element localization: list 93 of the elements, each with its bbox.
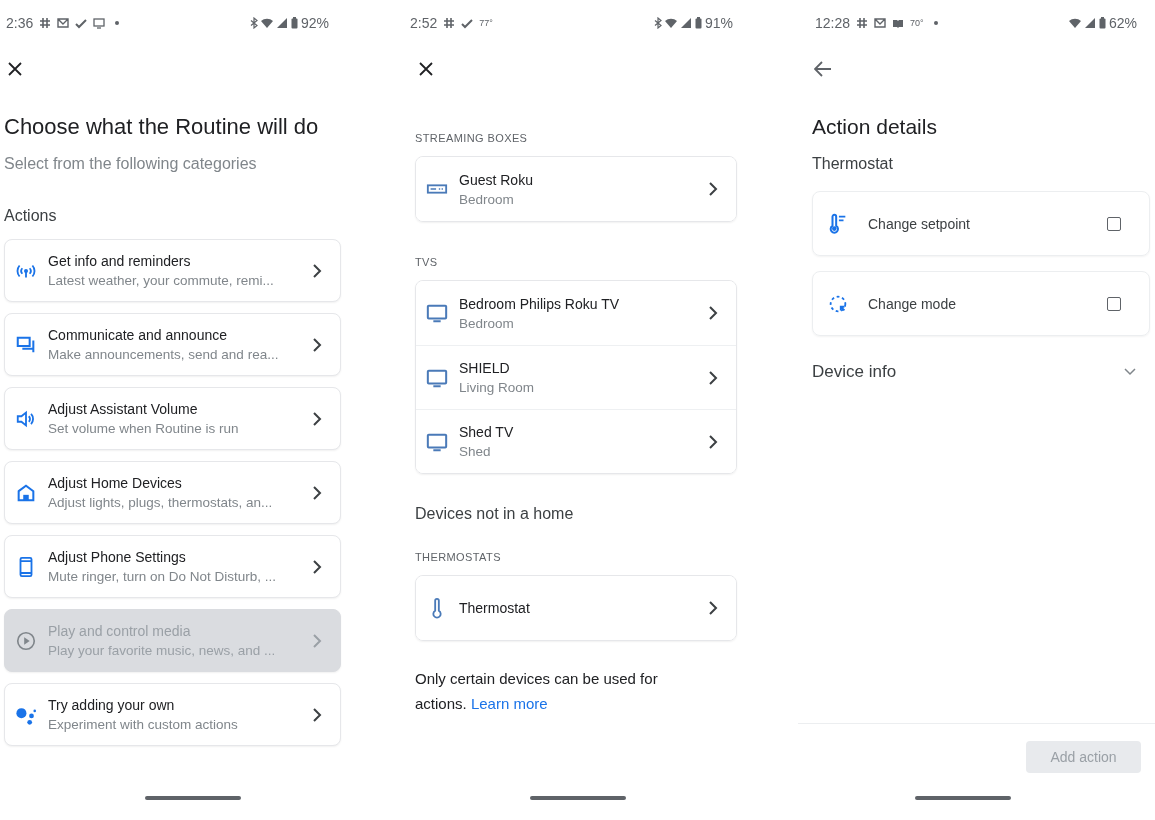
battery-icon [1098, 17, 1106, 29]
category-description: Latest weather, your commute, remi... [48, 273, 275, 288]
play-icon [15, 629, 37, 652]
mail-icon [874, 17, 887, 29]
device-room: Living Room [459, 380, 536, 395]
device-name: Shed TV [459, 424, 515, 440]
category-title: Play and control media [48, 623, 192, 639]
battery-percent: 92% [300, 15, 329, 31]
chevron-right-icon [312, 263, 322, 278]
category-card[interactable]: Adjust Home Devices Adjust lights, plugs, thermostats, an... [4, 461, 341, 524]
chevron-right-icon [312, 633, 322, 648]
wifi-icon [664, 17, 677, 29]
device-room: Bedroom [459, 315, 515, 331]
signal-icon [275, 17, 288, 29]
group-heading: TVS [415, 255, 439, 269]
wifi-icon [1068, 17, 1081, 29]
signal-icon [679, 17, 692, 29]
device-name: Guest Roku [459, 171, 534, 188]
category-card[interactable]: Adjust Assistant Volume Set volume when Routine is run [4, 387, 341, 450]
category-title: Adjust Home Devices [48, 475, 183, 491]
device-row[interactable]: Bedroom Philips Roku TV Bedroom [416, 281, 736, 345]
chevron-right-icon [708, 601, 718, 615]
checkbox[interactable] [1107, 296, 1121, 311]
battery-icon [290, 17, 298, 29]
status-time: 12:28 [815, 15, 851, 31]
category-title: Communicate and announce [48, 327, 228, 343]
status-time: 2:52 [410, 15, 438, 31]
category-title: Adjust Phone Settings [48, 549, 187, 565]
signal-icon [1083, 17, 1096, 29]
action-label: Change mode [868, 295, 957, 312]
notification-dot [933, 21, 938, 25]
notification-dot [115, 21, 120, 25]
checkbox[interactable] [1107, 216, 1121, 231]
chevron-down-icon [1124, 368, 1136, 376]
hash-icon [39, 17, 52, 29]
chevron-right-icon [312, 411, 322, 426]
category-description: Set volume when Routine is run [48, 421, 240, 436]
category-card[interactable]: Communicate and announce Make announcements, send and rea... [4, 313, 341, 376]
wifi-icon [260, 17, 273, 29]
battery-percent: 62% [1108, 15, 1137, 31]
battery-icon [694, 17, 702, 29]
device-title: Thermostat [812, 154, 894, 174]
category-description: Make announcements, send and rea... [48, 347, 280, 362]
mail-icon [57, 17, 70, 29]
chevron-right-icon [312, 559, 322, 574]
category-title: Adjust Assistant Volume [48, 401, 199, 417]
category-description: Experiment with custom actions [48, 717, 239, 732]
device-row[interactable]: SHIELD Living Room [416, 345, 736, 409]
device-room: Shed [459, 444, 492, 459]
category-description: Play your favorite music, news, and ... [48, 643, 277, 658]
category-card[interactable]: Adjust Phone Settings Mute ringer, turn on Do Not Disturb, ... [4, 535, 341, 598]
device-name: Bedroom Philips Roku TV [459, 295, 621, 312]
chevron-right-icon [708, 182, 718, 196]
page-subtitle: Select from the following categories [4, 154, 258, 174]
battery-percent: 91% [704, 15, 733, 31]
chevron-right-icon [312, 485, 322, 500]
category-title: Get info and reminders [48, 253, 192, 269]
status-temperature: 77° [479, 18, 493, 28]
chevron-right-icon [708, 306, 718, 320]
tv-icon [426, 302, 448, 324]
status-time: 2:36 [6, 15, 34, 31]
info-note: Only certain devices can be used for actions. Learn more [415, 669, 659, 714]
device-row[interactable]: Thermostat [416, 576, 736, 640]
page-title: Action details [812, 114, 938, 140]
chevron-right-icon [708, 370, 718, 385]
check-icon [75, 17, 88, 29]
book-icon [892, 17, 905, 29]
chevron-right-icon [708, 434, 718, 449]
hash-icon [856, 17, 869, 29]
group-heading: STREAMING BOXES [415, 131, 529, 145]
section-heading: Actions [4, 206, 58, 226]
device-name: SHIELD [459, 360, 511, 376]
device-row[interactable]: Shed TV Shed [416, 409, 736, 473]
hash-icon [443, 17, 456, 29]
page-title: Choose what the Routine will do [4, 114, 320, 140]
device-room: Bedroom [459, 191, 515, 207]
check-icon [461, 17, 474, 29]
category-description: Mute ringer, turn on Do Not Disturb, ... [48, 569, 278, 584]
device-info-expander[interactable]: Device info [812, 360, 1150, 384]
device-row[interactable]: Guest Roku Bedroom [416, 157, 736, 221]
category-title: Try adding your own [48, 697, 176, 713]
status-temperature: 70° [910, 18, 924, 28]
action-label: Change setpoint [868, 215, 971, 232]
device-name: Thermostat [459, 600, 531, 616]
category-card[interactable]: Get info and reminders Latest weather, your commute, remi... [4, 239, 341, 302]
group-heading: THERMOSTATS [415, 550, 502, 564]
category-description: Adjust lights, plugs, thermostats, an... [48, 495, 274, 510]
monitor-icon [93, 17, 106, 29]
chevron-right-icon [312, 337, 322, 352]
chevron-right-icon [312, 707, 322, 722]
learn-more-link[interactable]: Learn more [470, 695, 548, 712]
category-card[interactable]: Try adding your own Experiment with custom actions [4, 683, 341, 746]
section-heading: Devices not in a home [415, 504, 575, 524]
